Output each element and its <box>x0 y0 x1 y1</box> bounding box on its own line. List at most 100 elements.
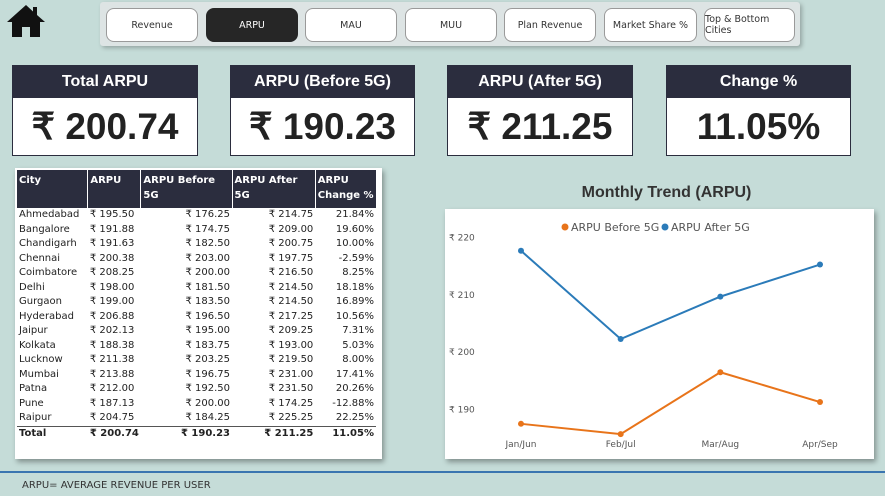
cell-arpu: ₹ 187.13 <box>89 397 135 409</box>
table-body: Ahmedabad ₹ 195.50 ₹ 176.25 ₹ 214.75 21.84% B… <box>17 208 376 441</box>
chart-title: Monthly Trend (ARPU) <box>581 184 752 201</box>
y-tick-label: ₹ 220 <box>449 234 475 244</box>
cell-arpu-after-5g: ₹ 217.25 <box>268 310 314 322</box>
cell-arpu-after-5g: ₹ 214.75 <box>268 209 314 220</box>
kpi-value: 11.05% <box>696 105 821 147</box>
y-tick-label: ₹ 190 <box>449 405 475 415</box>
cell-city: Gurgaon <box>19 296 62 307</box>
data-point <box>518 247 524 254</box>
nav-button-mau[interactable]: MAU <box>305 8 397 42</box>
home-icon[interactable] <box>6 3 46 39</box>
cell-arpu: ₹ 208.25 <box>89 267 135 278</box>
column-header-arpu-after-5g[interactable]: ARPU After 5G <box>232 170 316 208</box>
cell-city: Total <box>17 425 88 441</box>
table-row[interactable]: Chandigarh ₹ 191.63 ₹ 182.50 ₹ 200.75 10.00% <box>17 237 376 252</box>
cell-arpu-before-5g: ₹ 190.23 <box>140 425 232 441</box>
monthly-trend-chart: ₹ 190 ₹ 200 ₹ 210 ₹ 220 Jan/Jun Feb/Jul Mar/Au… <box>445 209 874 459</box>
cell-city: Ahmedabad <box>19 209 80 220</box>
cell-arpu-after-5g: ₹ 231.50 <box>268 383 314 394</box>
series-line-0 <box>520 371 821 436</box>
cell-arpu-before-5g: ₹ 176.25 <box>185 209 230 220</box>
nav-button-plan-revenue[interactable]: Plan Revenue <box>504 8 596 42</box>
nav-bar: Revenue ARPU MAU MUU Plan Revenue Market… <box>100 2 800 46</box>
table-row[interactable]: Delhi ₹ 198.00 ₹ 181.50 ₹ 214.50 18.18% <box>17 281 376 296</box>
cell-arpu-after-5g: ₹ 231.00 <box>268 368 314 380</box>
cell-arpu-change: -2.59% <box>338 252 374 264</box>
cell-arpu: ₹ 202.13 <box>89 325 135 336</box>
cell-arpu-change: 22.25% <box>335 412 374 423</box>
legend-marker <box>661 223 669 231</box>
column-header-arpu-change[interactable]: ARPU Change % <box>315 170 376 208</box>
data-point <box>518 420 524 427</box>
kpi-title: ARPU (After 5G) <box>448 66 632 98</box>
y-tick-label: ₹ 210 <box>449 291 475 301</box>
cell-arpu-after-5g: ₹ 216.50 <box>268 267 314 278</box>
cell-arpu-after-5g: ₹ 214.50 <box>268 281 314 293</box>
table-row[interactable]: Chennai ₹ 200.38 ₹ 203.00 ₹ 197.75 -2.59% <box>17 252 376 267</box>
cell-arpu: ₹ 206.88 <box>89 310 135 322</box>
column-header-city[interactable]: City <box>17 170 89 208</box>
cell-city: Coimbatore <box>19 267 78 278</box>
cell-city: Kolkata <box>19 339 56 351</box>
kpi-card-arpu-before-5g: ARPU (Before 5G) ₹ 190.23 <box>230 65 415 156</box>
cell-arpu-before-5g: ₹ 203.25 <box>185 354 230 365</box>
data-point <box>617 431 624 438</box>
nav-button-muu[interactable]: MUU <box>405 8 497 42</box>
data-point <box>717 293 724 300</box>
cell-arpu-before-5g: ₹ 203.00 <box>185 252 230 264</box>
series-line-1 <box>520 250 821 341</box>
cell-arpu-change: 8.00% <box>342 354 374 365</box>
cell-city: Lucknow <box>19 354 63 365</box>
nav-button-revenue[interactable]: Revenue <box>106 8 198 42</box>
cell-arpu-after-5g: ₹ 209.25 <box>268 325 314 336</box>
cell-arpu-after-5g: ₹ 211.25 <box>232 425 316 441</box>
nav-button-market-share[interactable]: Market Share % <box>604 8 697 42</box>
cell-city: Pune <box>19 397 44 409</box>
cell-arpu: ₹ 200.38 <box>89 252 135 264</box>
footer-divider <box>0 471 885 473</box>
line-chart-svg: ₹ 190 ₹ 200 ₹ 210 ₹ 220 Jan/Jun Feb/Jul Mar/Au… <box>449 221 838 450</box>
cell-city: Hyderabad <box>19 310 74 322</box>
column-header-arpu-before-5g[interactable]: ARPU Before 5G <box>140 170 233 208</box>
table-row[interactable]: Kolkata ₹ 188.38 ₹ 183.75 ₹ 193.00 5.03% <box>17 339 376 354</box>
data-point <box>817 261 823 268</box>
cell-city: Mumbai <box>19 368 59 380</box>
column-header-arpu[interactable]: ARPU <box>87 170 142 208</box>
table-row[interactable]: Mumbai ₹ 213.88 ₹ 196.75 ₹ 231.00 17.41% <box>17 368 376 383</box>
table-row[interactable]: Jaipur ₹ 202.13 ₹ 195.00 ₹ 209.25 7.31% <box>17 324 376 339</box>
table-row[interactable]: Coimbatore ₹ 208.25 ₹ 200.00 ₹ 216.50 8.25% <box>17 266 376 281</box>
cell-arpu: ₹ 191.63 <box>89 238 135 249</box>
kpi-value: ₹ 190.23 <box>249 106 396 147</box>
cell-arpu-after-5g: ₹ 214.50 <box>268 296 314 307</box>
data-point <box>817 399 823 406</box>
cell-city: Jaipur <box>19 325 48 336</box>
cell-city: Patna <box>19 383 48 394</box>
kpi-card-arpu-after-5g: ARPU (After 5G) ₹ 211.25 <box>447 65 633 156</box>
table-row[interactable]: Ahmedabad ₹ 195.50 ₹ 176.25 ₹ 214.75 21.84% <box>17 208 376 223</box>
cell-arpu-before-5g: ₹ 183.50 <box>185 296 230 307</box>
cell-arpu-before-5g: ₹ 182.50 <box>185 238 230 249</box>
cell-arpu-before-5g: ₹ 195.00 <box>185 325 230 336</box>
table-row[interactable]: Hyderabad ₹ 206.88 ₹ 196.50 ₹ 217.25 10.56% <box>17 310 376 325</box>
legend-label: ARPU After 5G <box>671 221 750 234</box>
cell-arpu-after-5g: ₹ 209.00 <box>268 223 314 235</box>
kpi-title: ARPU (Before 5G) <box>231 66 414 98</box>
cell-arpu: ₹ 195.50 <box>89 209 135 220</box>
table-row[interactable]: Patna ₹ 212.00 ₹ 192.50 ₹ 231.50 20.26% <box>17 382 376 397</box>
table-row[interactable]: Raipur ₹ 204.75 ₹ 184.25 ₹ 225.25 22.25% <box>17 411 376 426</box>
table-row[interactable]: Lucknow ₹ 211.38 ₹ 203.25 ₹ 219.50 8.00% <box>17 353 376 368</box>
nav-button-arpu[interactable]: ARPU <box>206 8 298 42</box>
footer-note: ARPU= AVERAGE REVENUE PER USER <box>22 480 211 491</box>
kpi-value: ₹ 211.25 <box>467 106 613 147</box>
cell-arpu-change: 10.00% <box>335 238 374 249</box>
cell-arpu-after-5g: ₹ 225.25 <box>268 412 314 423</box>
cell-city: Raipur <box>19 412 52 423</box>
nav-button-top-bottom-cities[interactable]: Top & Bottom Cities <box>704 8 795 42</box>
table-total-row[interactable]: Total ₹ 200.74 ₹ 190.23 ₹ 211.25 11.05% <box>17 425 376 441</box>
table-row[interactable]: Pune ₹ 187.13 ₹ 200.00 ₹ 174.25 -12.88% <box>17 397 376 412</box>
cell-arpu: ₹ 212.00 <box>89 383 135 394</box>
table-row[interactable]: Bangalore ₹ 191.88 ₹ 174.75 ₹ 209.00 19.60% <box>17 223 376 238</box>
table-header-row: City ARPU ARPU Before 5G ARPU After 5G A… <box>17 170 376 208</box>
table-row[interactable]: Gurgaon ₹ 199.00 ₹ 183.50 ₹ 214.50 16.89% <box>17 295 376 310</box>
x-tick-label: Mar/Aug <box>702 440 740 450</box>
